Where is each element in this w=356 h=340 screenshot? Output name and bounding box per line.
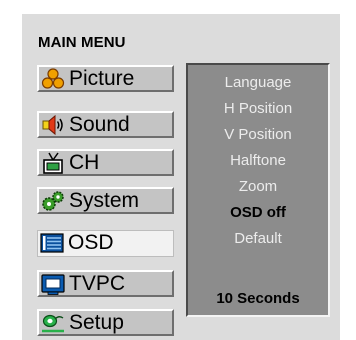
- gears-icon: [41, 190, 65, 212]
- submenu-item-osd-off[interactable]: OSD off: [188, 204, 328, 222]
- tv-antenna-icon: [41, 152, 65, 174]
- menu-title: MAIN MENU: [38, 34, 126, 51]
- submenu-item-h-position[interactable]: H Position: [188, 100, 328, 118]
- menu-item-osd[interactable]: OSD: [37, 230, 174, 257]
- menu-item-system[interactable]: System: [37, 187, 174, 214]
- picture-icon: [41, 68, 65, 90]
- submenu-item-v-position[interactable]: V Position: [188, 126, 328, 144]
- menu-item-label: CH: [69, 151, 100, 174]
- menu-item-ch[interactable]: CH: [37, 149, 174, 176]
- setup-icon: [41, 312, 65, 334]
- menu-item-sound[interactable]: Sound: [37, 111, 174, 138]
- menu-item-label: Sound: [69, 113, 130, 136]
- menu-item-tvpc[interactable]: TVPC: [37, 270, 174, 297]
- osd-submenu: Language H Position V Position Halftone …: [186, 63, 330, 317]
- menu-item-label: Picture: [69, 67, 135, 90]
- osd-timeout-value: 10 Seconds: [216, 290, 300, 307]
- submenu-item-default[interactable]: Default: [188, 230, 328, 248]
- menu-item-label: TVPC: [69, 272, 126, 295]
- menu-item-label: OSD: [68, 231, 114, 254]
- osd-icon: [40, 232, 64, 254]
- menu-item-setup[interactable]: Setup: [37, 309, 174, 336]
- monitor-icon: [41, 273, 65, 295]
- submenu-item-halftone[interactable]: Halftone: [188, 152, 328, 170]
- submenu-item-language[interactable]: Language: [188, 74, 328, 92]
- submenu-item-zoom[interactable]: Zoom: [188, 178, 328, 196]
- menu-item-label: System: [69, 189, 140, 212]
- speaker-icon: [41, 114, 65, 136]
- menu-item-picture[interactable]: Picture: [37, 65, 174, 92]
- menu-item-label: Setup: [69, 311, 124, 334]
